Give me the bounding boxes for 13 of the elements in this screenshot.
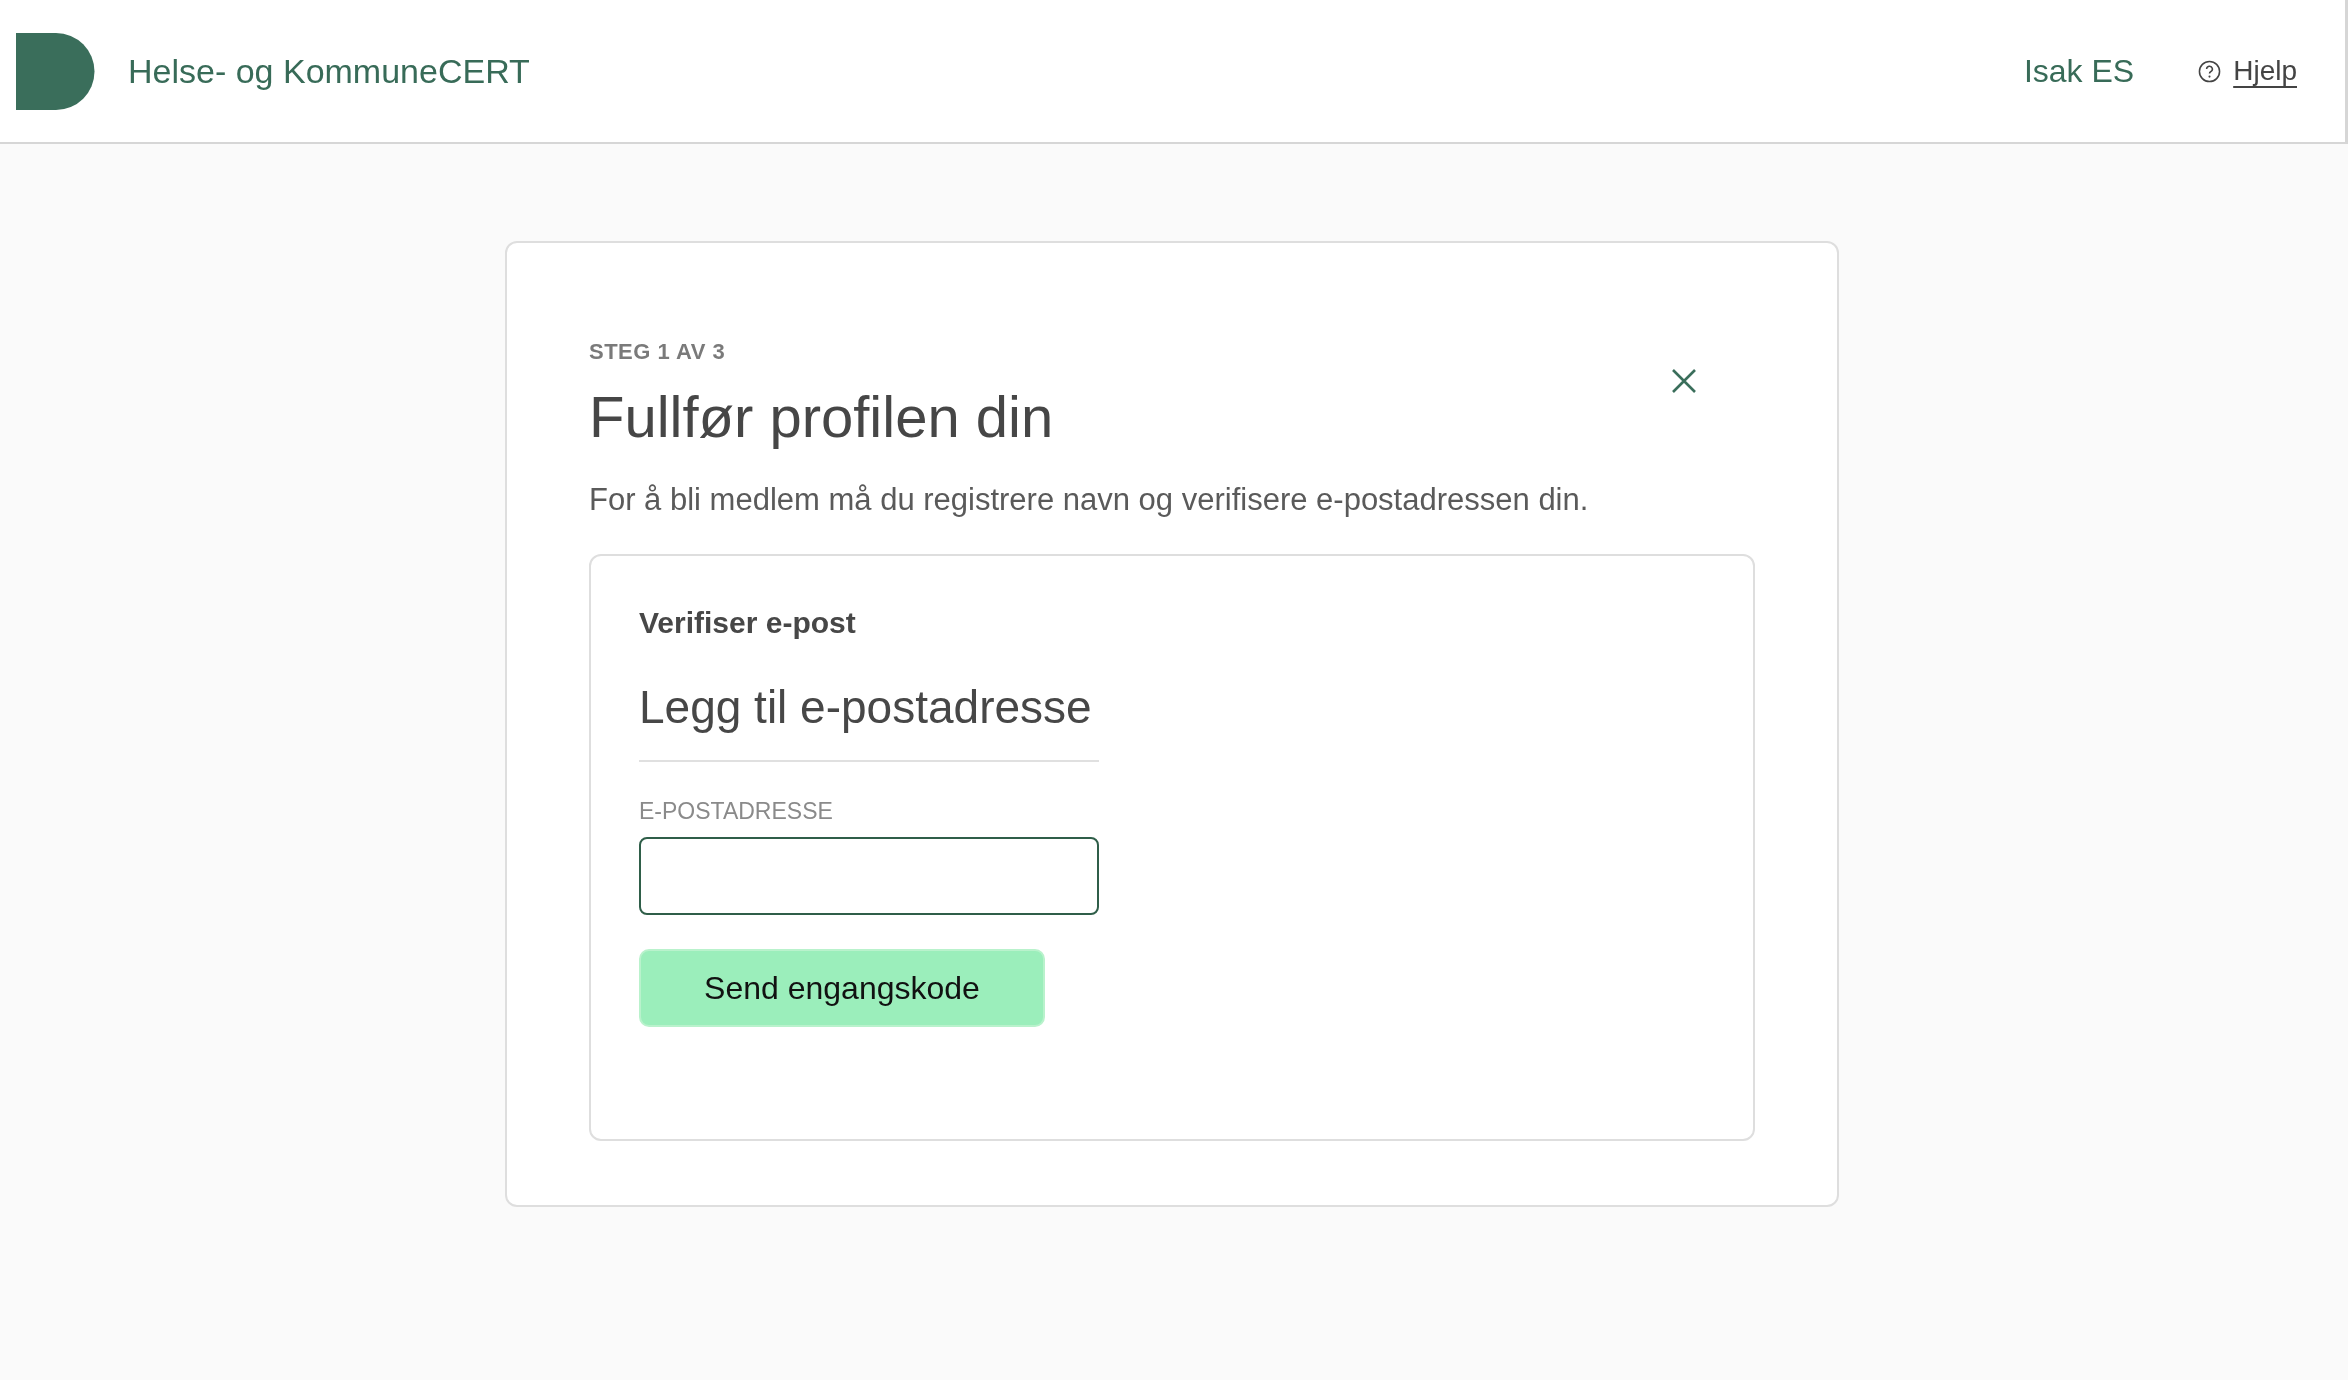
field-label: E-POSTADRESSE [639,798,834,825]
help-icon[interactable] [2198,59,2222,83]
section-subheading: Legg til e-postadresse [639,680,1093,734]
dialog-description: For å bli medlem må du registrere navn og verifisere e-postadressen din. [589,482,1590,518]
email-field[interactable] [639,837,1099,915]
site-title: Helse- og KommuneCERT [128,51,530,91]
send-code-button[interactable]: Send engangskode [639,949,1045,1027]
dialog-title: Fullfør profilen din [589,383,1055,450]
user-link[interactable]: Isak ES [2023,52,2135,90]
step-label: STEG 1 AV 3 [589,339,727,365]
help-link[interactable]: Hjelp [2233,55,2297,87]
section-heading: Verifiser e-post [639,606,857,640]
logo-icon [16,32,96,110]
